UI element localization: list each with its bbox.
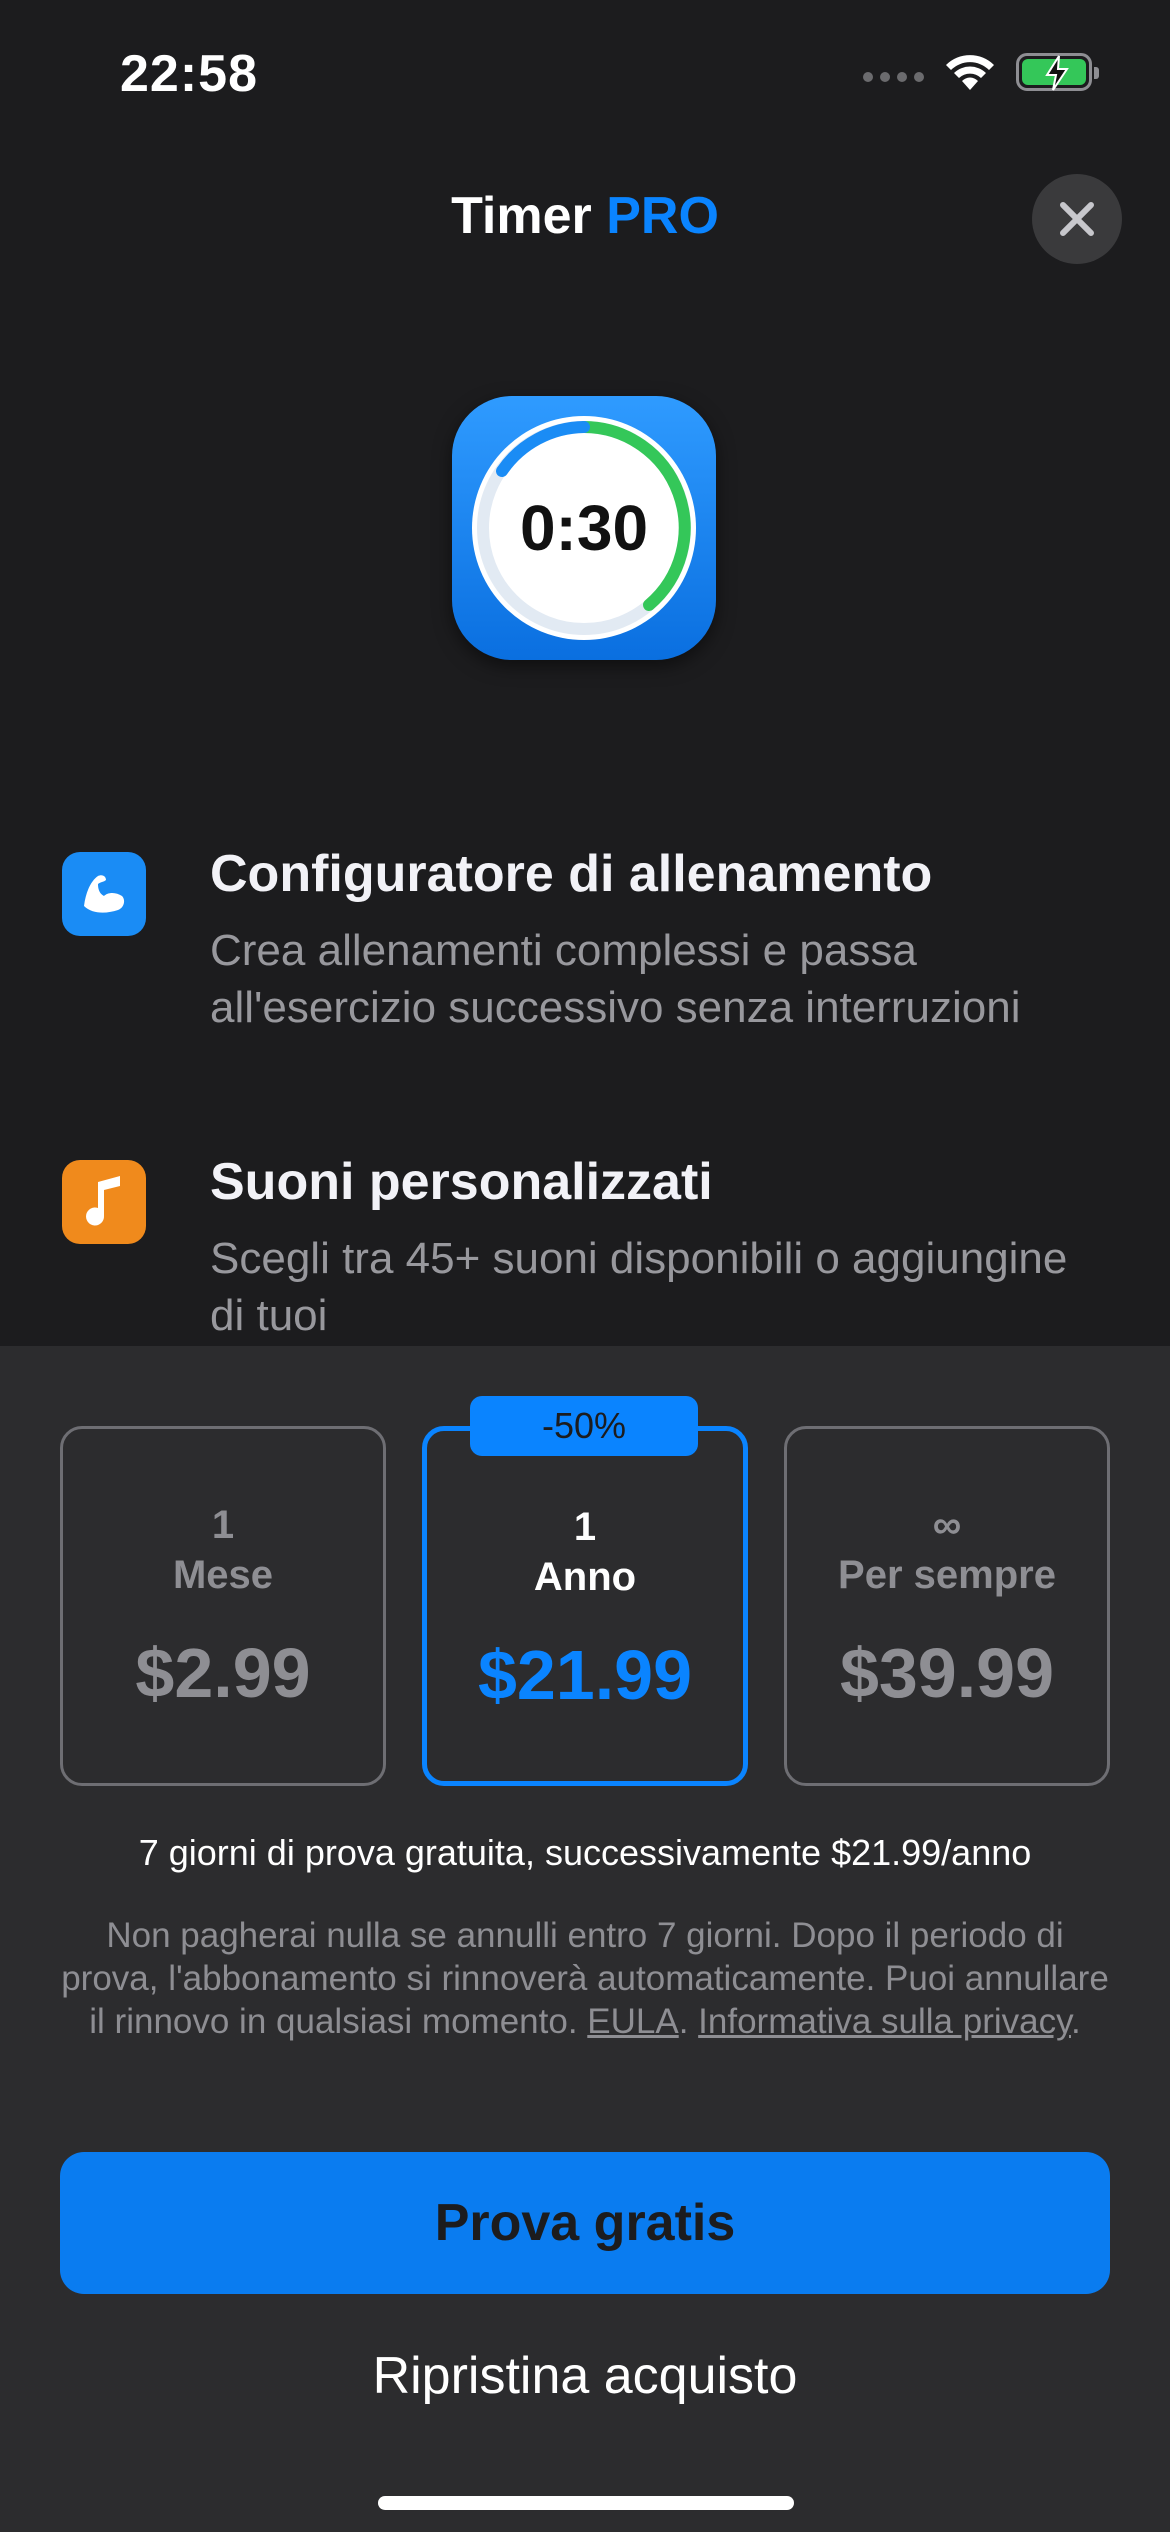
music-note-icon <box>62 1160 146 1244</box>
signal-icon <box>863 72 924 82</box>
legal-text: Non pagherai nulla se annulli entro 7 gi… <box>60 1914 1110 2043</box>
status-time: 22:58 <box>120 45 258 103</box>
battery-charging-icon <box>1016 53 1099 91</box>
plan-count: ∞ <box>932 1503 962 1547</box>
restore-purchase-button[interactable]: Ripristina acquisto <box>0 2346 1170 2406</box>
plan-count: 1 <box>211 1503 235 1547</box>
legal-end: . <box>1071 2002 1081 2041</box>
title-pro: PRO <box>606 187 719 245</box>
close-button[interactable] <box>1032 174 1122 264</box>
privacy-policy-link[interactable]: Informativa sulla privacy <box>698 2002 1071 2041</box>
status-indicators <box>863 52 1099 92</box>
muscle-icon <box>62 852 146 936</box>
timer-value: 0:30 <box>519 492 649 564</box>
feature-description: Crea allenamenti complessi e passa all'e… <box>210 926 1021 1032</box>
plan-count: 1 <box>573 1505 597 1549</box>
legal-separator: . <box>678 2002 699 2041</box>
paywall-screen: 22:58 Timer PRO 0:30 Configuratore di al… <box>0 0 1170 2532</box>
feature-description: Scegli tra 45+ suoni disponibili o aggiu… <box>210 1234 1068 1340</box>
wifi-icon <box>946 55 994 90</box>
home-indicator[interactable] <box>378 2496 794 2510</box>
plan-price: $39.99 <box>839 1634 1055 1712</box>
feature-title: Suoni personalizzati <box>210 1153 713 1211</box>
plan-yearly[interactable]: 1 Anno $21.99 <box>422 1426 748 1786</box>
plan-period: Mese <box>172 1553 274 1597</box>
purchase-sheet: 1 Mese $2.99 1 Anno $21.99 -50% ∞ Per se… <box>0 1346 1170 2532</box>
eula-link[interactable]: EULA <box>587 2002 678 2041</box>
plan-period: Per sempre <box>838 1553 1056 1597</box>
plan-price: $2.99 <box>135 1634 311 1712</box>
feature-title: Configuratore di allenamento <box>210 845 933 903</box>
plan-period: Anno <box>533 1555 637 1599</box>
app-icon: 0:30 <box>452 396 716 660</box>
discount-badge: -50% <box>470 1396 698 1456</box>
trial-info: 7 giorni di prova gratuita, successivame… <box>138 1832 1032 1873</box>
plan-monthly[interactable]: 1 Mese $2.99 <box>60 1426 386 1786</box>
plan-price: $21.99 <box>477 1636 693 1714</box>
try-free-button[interactable]: Prova gratis <box>60 2152 1110 2294</box>
plan-lifetime[interactable]: ∞ Per sempre $39.99 <box>784 1426 1110 1786</box>
title-main: Timer <box>451 187 592 245</box>
page-title: Timer PRO <box>0 186 1170 246</box>
close-icon <box>1060 202 1094 236</box>
